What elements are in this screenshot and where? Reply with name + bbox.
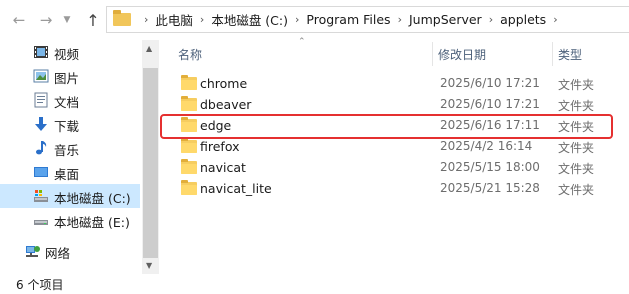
chevron-right-icon[interactable]: › xyxy=(200,13,204,26)
file-type: 文件夹 xyxy=(558,183,595,197)
documents-icon xyxy=(34,92,48,108)
chevron-right-icon[interactable]: › xyxy=(553,13,557,26)
recent-locations-chevron-icon[interactable]: ▼ xyxy=(60,9,74,31)
sort-caret-icon: ⌃ xyxy=(298,37,306,47)
pictures-icon xyxy=(33,69,49,83)
file-row-navicat[interactable]: navicat 2025/5/15 18:00 文件夹 xyxy=(166,157,629,178)
folder-icon xyxy=(181,96,197,111)
sidebar-item-label: 本地磁盘 (C:) xyxy=(54,191,131,206)
sidebar-item-videos[interactable]: 视频 xyxy=(0,40,140,64)
sidebar-item-label: 文档 xyxy=(54,95,80,110)
sidebar-item-desktop[interactable]: 桌面 xyxy=(0,160,140,184)
chevron-right-icon[interactable]: › xyxy=(144,13,148,26)
file-date: 2025/4/2 16:14 xyxy=(440,139,533,153)
breadcrumb-jumpserver[interactable]: JumpServer xyxy=(409,12,482,27)
folder-icon xyxy=(181,180,197,195)
folder-icon xyxy=(113,10,131,26)
breadcrumb-applets[interactable]: applets xyxy=(500,12,546,27)
column-header-type[interactable]: 类型 xyxy=(558,40,582,68)
breadcrumb-program-files[interactable]: Program Files xyxy=(306,12,390,27)
sidebar-item-drive-e[interactable]: 本地磁盘 (E:) xyxy=(0,208,140,232)
video-icon xyxy=(34,46,48,58)
file-name: navicat_lite xyxy=(200,181,272,196)
file-row-dbeaver[interactable]: dbeaver 2025/6/10 17:21 文件夹 xyxy=(166,94,629,115)
content-scroll-area xyxy=(613,40,629,274)
status-bar: 6 个项目 xyxy=(0,274,629,294)
file-row-chrome[interactable]: chrome 2025/6/10 17:21 文件夹 xyxy=(166,73,629,94)
sidebar-item-label: 图片 xyxy=(54,71,80,86)
file-row-firefox[interactable]: firefox 2025/4/2 16:14 文件夹 xyxy=(166,136,629,157)
sidebar-item-label: 桌面 xyxy=(54,167,80,182)
network-icon xyxy=(26,246,40,257)
column-divider[interactable] xyxy=(432,42,433,66)
sidebar-item-label: 网络 xyxy=(45,246,71,261)
folder-icon xyxy=(181,138,197,153)
file-date: 2025/5/15 18:00 xyxy=(440,160,540,174)
column-divider[interactable] xyxy=(552,42,553,66)
breadcrumb-this-pc[interactable]: 此电脑 xyxy=(155,10,193,29)
sidebar-item-label: 下载 xyxy=(54,119,80,134)
folder-icon xyxy=(181,159,197,174)
desktop-icon xyxy=(34,167,48,177)
scroll-down-icon[interactable]: ▼ xyxy=(146,261,152,270)
breadcrumb-drive-c[interactable]: 本地磁盘 (C:) xyxy=(211,10,288,29)
file-type: 文件夹 xyxy=(558,141,595,155)
folder-icon xyxy=(181,75,197,90)
chevron-right-icon[interactable]: › xyxy=(398,13,402,26)
scroll-up-icon[interactable]: ▲ xyxy=(146,44,152,53)
file-row-navicat-lite[interactable]: navicat_lite 2025/5/21 15:28 文件夹 xyxy=(166,178,629,199)
sidebar-item-pictures[interactable]: 图片 xyxy=(0,64,140,88)
file-date: 2025/6/10 17:21 xyxy=(440,76,540,90)
file-type: 文件夹 xyxy=(558,162,595,176)
sidebar-item-downloads[interactable]: 下载 xyxy=(0,112,140,136)
forward-arrow-icon[interactable]: → xyxy=(35,9,57,31)
back-arrow-icon[interactable]: ← xyxy=(8,9,30,31)
address-bar[interactable]: › 此电脑 › 本地磁盘 (C:) › Program Files › Jump… xyxy=(106,6,629,33)
sidebar-item-label: 视频 xyxy=(54,47,80,62)
file-list: ⌃ 名称 修改日期 类型 chrome 2025/6/10 17:21 文件夹 … xyxy=(166,37,629,274)
address-row: ← → ▼ ↑ › 此电脑 › 本地磁盘 (C:) › Program File… xyxy=(0,0,629,40)
music-icon xyxy=(36,141,47,155)
file-type: 文件夹 xyxy=(558,78,595,92)
file-date: 2025/5/21 15:28 xyxy=(440,181,540,195)
highlight-box xyxy=(160,114,613,139)
file-name: firefox xyxy=(200,139,240,154)
navigation-pane: 视频 图片 文档 下载 音乐 桌面 本地磁盘 (C:) 本地磁盘 (E:) 网络 xyxy=(0,40,142,274)
sidebar-item-music[interactable]: 音乐 xyxy=(0,136,140,160)
file-name: chrome xyxy=(200,76,248,91)
sidebar-item-documents[interactable]: 文档 xyxy=(0,88,140,112)
sidebar-scrollbar[interactable]: ▲ ▼ xyxy=(142,40,159,274)
drive-e-icon xyxy=(34,220,48,225)
sidebar-item-network[interactable]: 网络 xyxy=(0,239,140,263)
scrollbar-thumb[interactable] xyxy=(143,68,158,258)
item-count: 6 个项目 xyxy=(16,278,64,292)
download-icon xyxy=(35,117,47,131)
column-header-name[interactable]: 名称 xyxy=(178,40,202,68)
file-type: 文件夹 xyxy=(558,99,595,113)
drive-c-icon xyxy=(34,190,48,202)
up-arrow-icon[interactable]: ↑ xyxy=(82,9,104,31)
file-name: dbeaver xyxy=(200,97,252,112)
column-header-date[interactable]: 修改日期 xyxy=(438,40,486,68)
sidebar-item-label: 音乐 xyxy=(54,143,80,158)
sidebar-item-label: 本地磁盘 (E:) xyxy=(54,215,130,230)
chevron-right-icon[interactable]: › xyxy=(295,13,299,26)
file-date: 2025/6/10 17:21 xyxy=(440,97,540,111)
sidebar-item-drive-c[interactable]: 本地磁盘 (C:) xyxy=(0,184,140,208)
chevron-right-icon[interactable]: › xyxy=(489,13,493,26)
file-name: navicat xyxy=(200,160,246,175)
